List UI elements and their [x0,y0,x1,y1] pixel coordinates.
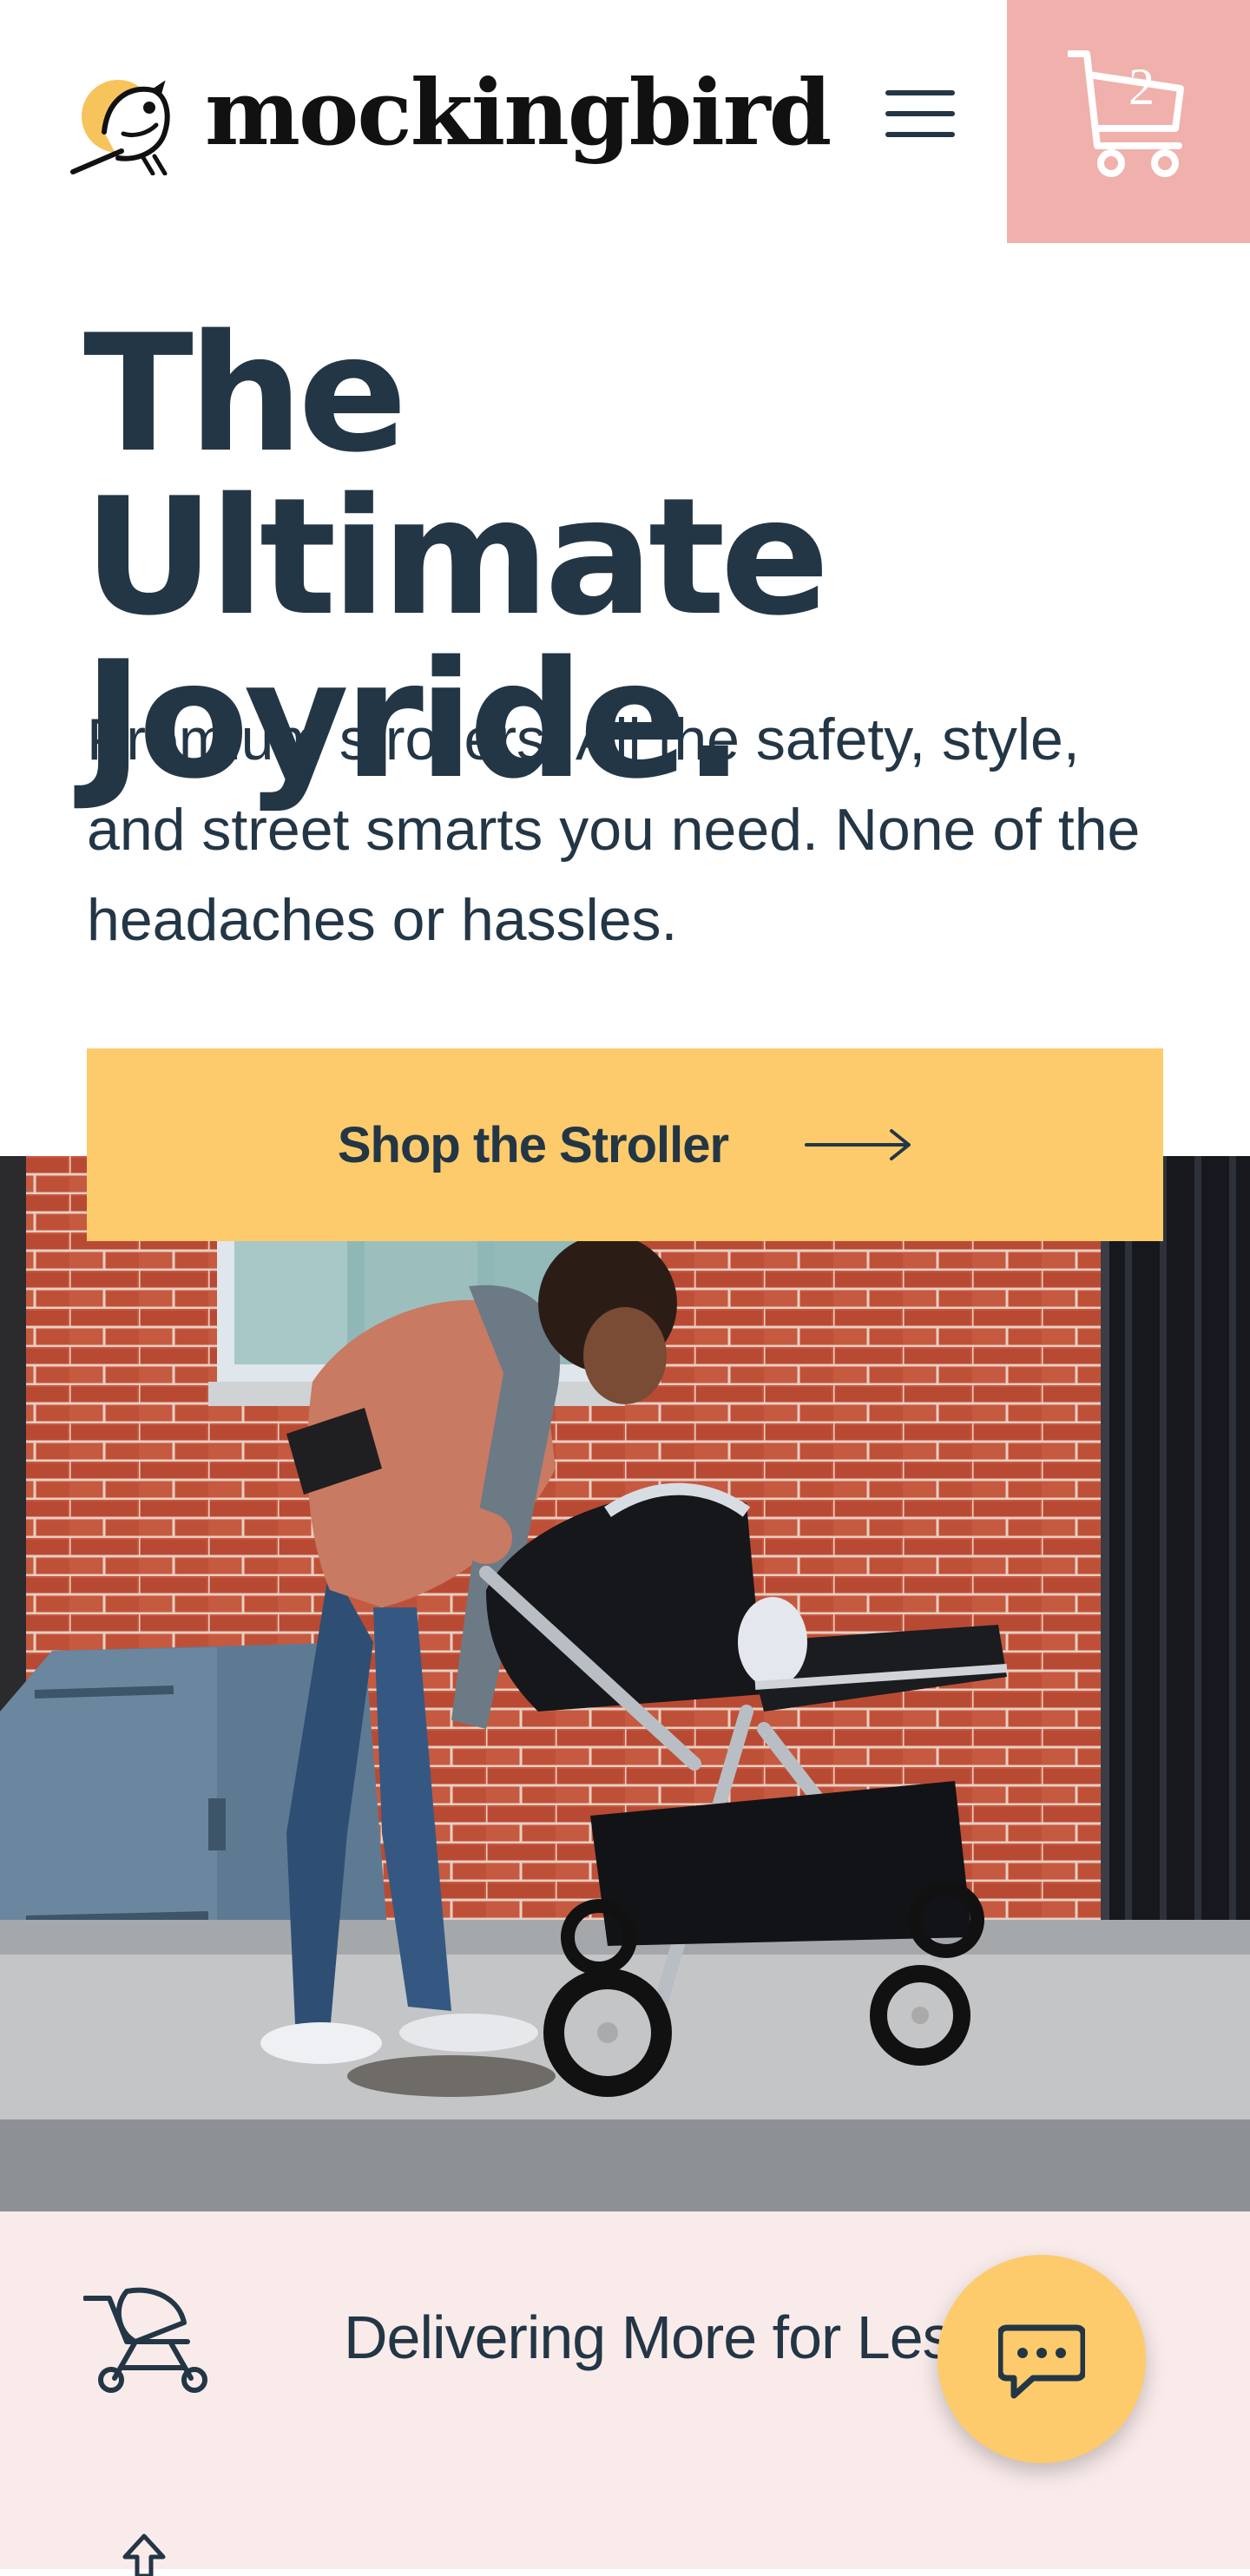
mockingbird-logo-icon [70,80,170,175]
menu-button[interactable] [877,90,964,153]
arrow-right-icon [805,1129,911,1160]
site-header: mockingbird 2 [0,0,1250,243]
cart-count-badge: 2 [1128,58,1155,115]
stroller-lifestyle-photo [0,1156,1250,2211]
arrow-up-icon [122,2533,166,2576]
shop-stroller-button[interactable]: Shop the Stroller [87,1048,1163,1241]
chat-button[interactable] [938,2255,1146,2463]
hamburger-icon-bar [885,90,955,95]
hero-photo [0,1156,1250,2211]
hamburger-icon-bar [885,111,955,116]
cart-button[interactable]: 2 [1007,0,1250,243]
benefit-label: Delivering More for Less [344,2303,983,2371]
hero-subcopy: Premium strollers. All the safety, style… [87,706,1141,953]
brand-name: mockingbird [205,59,832,166]
shop-stroller-label: Shop the Stroller [337,1116,729,1173]
stroller-icon [83,2287,207,2393]
brand-logo[interactable]: mockingbird [69,59,832,175]
benefit-item: Delivering More for Less [83,2281,983,2394]
hamburger-icon-bar [885,132,955,137]
chat-bubble-icon [998,2324,1085,2399]
